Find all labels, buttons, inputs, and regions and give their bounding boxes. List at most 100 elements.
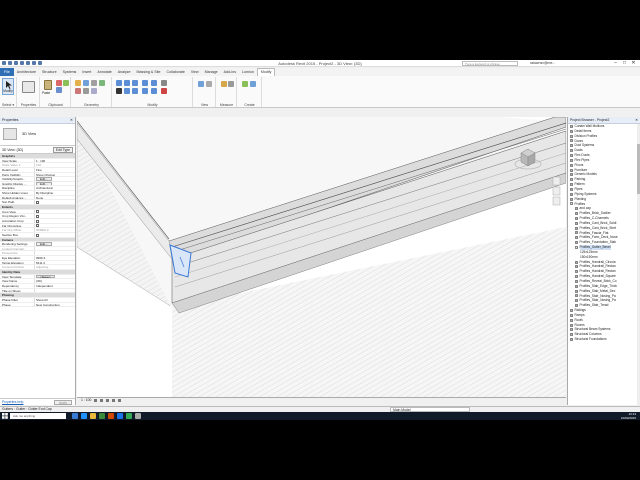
copy-icon[interactable] — [56, 87, 62, 93]
3d-view-icon[interactable] — [38, 61, 42, 65]
tab-file[interactable]: File — [0, 68, 14, 76]
property-value[interactable]: Edit... — [35, 181, 75, 186]
navigation-bar[interactable] — [552, 176, 561, 206]
shadows-icon[interactable] — [112, 398, 116, 402]
expand-icon[interactable]: + — [570, 168, 573, 172]
expand-icon[interactable]: + — [570, 197, 573, 201]
property-value[interactable]: <None> — [35, 274, 75, 279]
properties-help-link[interactable]: Properties help — [2, 400, 23, 404]
property-value[interactable]: By Discipline — [35, 191, 75, 195]
property-value[interactable]: Architectural — [35, 186, 75, 190]
property-value[interactable]: New Construction — [35, 303, 75, 307]
group-label-select[interactable]: Select ▾ — [0, 103, 16, 107]
type-selector[interactable]: 3D View — [0, 124, 75, 146]
expand-icon[interactable]: + — [570, 333, 573, 337]
expand-icon[interactable]: + — [570, 187, 573, 191]
expand-icon[interactable]: + — [570, 139, 573, 143]
split-face-icon[interactable] — [75, 88, 81, 94]
property-value[interactable]: Independent — [35, 284, 75, 288]
tab-collaborate[interactable]: Collaborate — [164, 68, 188, 76]
copy-element-icon[interactable] — [124, 88, 130, 94]
property-checkbox[interactable] — [36, 233, 39, 237]
wall-joins-icon[interactable] — [99, 80, 105, 86]
cut-geometry-icon[interactable] — [83, 80, 89, 86]
expand-icon[interactable]: + — [575, 299, 578, 303]
browser-tree-item[interactable]: + Structural Foundations — [568, 337, 640, 342]
create-parts-icon[interactable] — [250, 81, 256, 87]
measure-icon[interactable] — [32, 61, 36, 65]
expand-icon[interactable]: + — [575, 236, 578, 240]
expand-icon[interactable]: + — [575, 270, 578, 274]
sun-path-icon[interactable] — [106, 398, 110, 402]
taskbar-search[interactable]: Ask me anything — [10, 413, 66, 419]
expand-icon[interactable]: + — [575, 216, 578, 220]
demolish-icon[interactable] — [91, 88, 97, 94]
expand-icon[interactable]: + — [575, 231, 578, 235]
expand-icon[interactable]: + — [575, 304, 578, 308]
expand-icon[interactable]: + — [570, 163, 573, 167]
expand-icon[interactable]: + — [570, 158, 573, 162]
windows-start-icon[interactable] — [2, 413, 8, 419]
array-icon[interactable] — [151, 80, 157, 86]
move-icon[interactable] — [116, 88, 122, 94]
task-view-icon[interactable] — [72, 413, 78, 419]
property-value[interactable]: Show Original — [35, 173, 75, 177]
open-icon[interactable] — [2, 61, 6, 65]
expand-icon[interactable]: + — [570, 318, 573, 322]
expand-icon[interactable]: + — [570, 313, 573, 317]
expand-icon[interactable]: + — [575, 241, 578, 245]
mirror-icon[interactable] — [132, 80, 138, 86]
crop-view-icon[interactable] — [118, 398, 122, 402]
file-explorer-icon[interactable] — [90, 413, 96, 419]
property-value[interactable] — [35, 200, 75, 205]
property-value[interactable] — [35, 210, 75, 214]
clock[interactable]: 13:13 10/02/2016 — [621, 412, 636, 420]
property-value[interactable]: Edit... — [35, 242, 75, 246]
print-icon[interactable] — [26, 61, 30, 65]
tab-insert[interactable]: Insert — [79, 68, 94, 76]
hide-in-view-icon[interactable] — [198, 81, 204, 87]
property-value[interactable]: 1 : 100 — [35, 159, 75, 163]
rotate-icon[interactable] — [132, 88, 138, 94]
revit-icon[interactable] — [117, 413, 123, 419]
close-button[interactable]: ✕ — [629, 60, 638, 66]
expand-icon[interactable]: + — [575, 221, 578, 225]
split-icon[interactable] — [142, 88, 148, 94]
property-value[interactable] — [35, 214, 75, 218]
expand-icon[interactable]: + — [570, 144, 573, 148]
expand-icon[interactable]: + — [575, 279, 578, 283]
property-edit-button[interactable]: Edit... — [36, 242, 52, 246]
cut-icon[interactable] — [56, 80, 62, 86]
override-graphics-icon[interactable] — [206, 81, 212, 87]
delete-icon[interactable] — [161, 88, 167, 94]
tab-annotate[interactable]: Annotate — [94, 68, 114, 76]
offset-icon[interactable] — [124, 80, 130, 86]
minimize-button[interactable]: – — [611, 60, 620, 66]
expand-icon[interactable]: + — [570, 192, 573, 196]
cope-icon[interactable] — [75, 80, 81, 86]
expand-icon[interactable]: + — [575, 207, 578, 211]
property-value[interactable]: {3D} — [35, 279, 75, 283]
property-checkbox[interactable] — [36, 215, 39, 218]
expand-icon[interactable]: + — [575, 275, 578, 279]
aligned-dimension-icon[interactable] — [228, 81, 234, 87]
close-icon[interactable]: ✕ — [635, 117, 638, 124]
join-icon[interactable] — [91, 80, 97, 86]
tab-lumion[interactable]: Lumion — [239, 68, 257, 76]
property-value[interactable] — [35, 289, 75, 293]
close-icon[interactable]: ✕ — [70, 117, 73, 124]
property-value[interactable]: 9966.4 — [35, 256, 75, 260]
properties-icon[interactable] — [22, 81, 35, 93]
collapse-icon[interactable]: − — [575, 246, 578, 250]
tab-architecture[interactable]: Architecture — [14, 68, 39, 76]
property-value[interactable]: Edit... — [35, 177, 75, 181]
property-edit-button[interactable]: Edit... — [36, 177, 52, 181]
user-account[interactable]: rakavnsv@me... — [530, 61, 555, 65]
property-value[interactable]: 5411.3 — [35, 261, 75, 265]
expand-icon[interactable]: + — [575, 260, 578, 264]
property-edit-button[interactable]: <None> — [36, 274, 55, 279]
expand-icon[interactable]: + — [575, 265, 578, 269]
apply-button[interactable]: Apply — [54, 400, 72, 405]
3d-viewport[interactable] — [77, 117, 566, 397]
store-icon[interactable] — [99, 413, 105, 419]
